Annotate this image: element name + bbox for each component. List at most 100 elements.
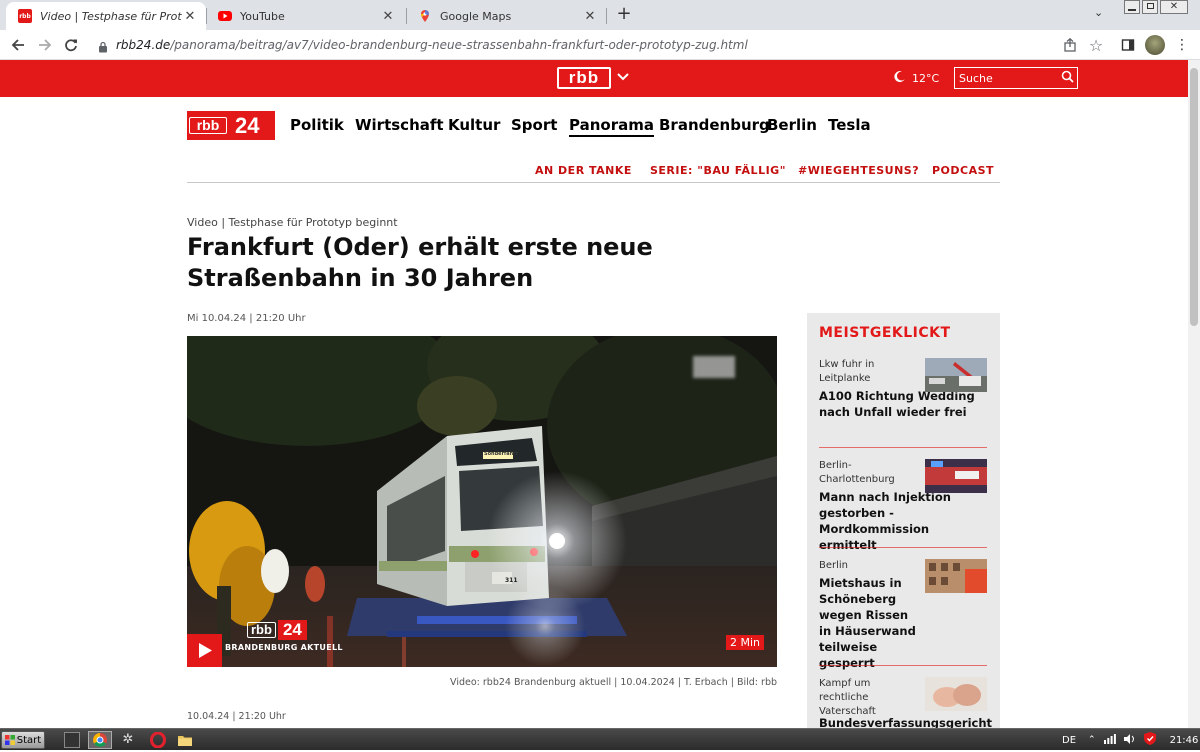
new-tab-button[interactable]: +: [614, 4, 634, 24]
most-clicked-item[interactable]: Lkw fuhr in Leitplanke A100 Richtung Wed…: [819, 358, 987, 438]
nav-item-panorama[interactable]: Panorama: [569, 116, 654, 137]
minimize-icon: [1128, 9, 1136, 11]
page-scrollbar[interactable]: [1188, 60, 1200, 728]
reload-icon[interactable]: [61, 35, 81, 55]
nav-divider: [187, 182, 1000, 183]
google-maps-favicon-icon: [418, 9, 432, 23]
sidebar-divider: [819, 547, 987, 548]
lock-icon[interactable]: [98, 38, 108, 57]
side-panel-icon[interactable]: [1118, 35, 1138, 55]
rbb24-logo[interactable]: rbb 24: [187, 111, 275, 140]
scrollbar-thumb[interactable]: [1190, 68, 1198, 326]
video-duration-badge: 2 Min: [726, 635, 765, 650]
most-clicked-headline[interactable]: A100 Richtung Wedding nach Unfall wieder…: [819, 388, 989, 420]
windows-logo-icon: [4, 735, 15, 745]
tab-search-chevron-down-icon[interactable]: ⌄: [1094, 6, 1103, 19]
tram-destination-sign: Sonderfahrt: [484, 451, 518, 457]
opera-icon[interactable]: [150, 731, 166, 749]
nav-item-sport[interactable]: Sport: [511, 116, 557, 134]
tab-rbb-article[interactable]: rbb Video | Testphase für Prototyp begin…: [6, 2, 206, 30]
video-show-label: BRANDENBURG AKTUELL: [225, 643, 343, 652]
most-clicked-item[interactable]: Berlin Mietshaus in Schöneberg wegen Ris…: [819, 559, 987, 670]
back-arrow-icon[interactable]: [8, 35, 28, 55]
nav-item-wirtschaft[interactable]: Wirtschaft: [355, 116, 444, 134]
moon-icon: [893, 70, 906, 86]
subnav-serie-bau-faellig[interactable]: SERIE: "BAU FÄLLIG": [650, 164, 786, 177]
video-player[interactable]: rbb 24 BRANDENBURG AKTUELL Sonderfahrt 3…: [187, 336, 777, 667]
show-desktop-icon[interactable]: [64, 732, 80, 748]
chrome-taskbar-button[interactable]: [88, 731, 112, 749]
close-window-button[interactable]: ✕: [1160, 0, 1188, 14]
most-clicked-kicker: Berlin: [819, 560, 849, 571]
search-icon[interactable]: [1061, 70, 1074, 87]
tab-title: YouTube: [240, 9, 285, 23]
tab-title: Video | Testphase für Prototyp beginnt: [40, 9, 182, 23]
most-clicked-kicker: Berlin-Charlottenburg: [819, 460, 895, 485]
start-button[interactable]: Start: [1, 731, 45, 749]
blurred-logo: [693, 356, 735, 378]
restore-icon: [1147, 3, 1154, 9]
most-clicked-headline[interactable]: Mietshaus in Schöneberg wegen Rissen in …: [819, 575, 924, 671]
chrome-icon: [93, 733, 107, 747]
nav-item-berlin[interactable]: Berlin: [767, 116, 817, 134]
video-logo-24: 24: [277, 620, 307, 640]
most-clicked-headline[interactable]: Mann nach Injektion gestorben - Mordkomm…: [819, 489, 989, 553]
tab-close-icon[interactable]: ✕: [380, 9, 396, 24]
folder-icon[interactable]: [177, 732, 193, 748]
os-taskbar: Start ✲ DE ⌃ 21:46: [0, 728, 1200, 750]
article-date: Mi 10.04.24 | 21:20 Uhr: [187, 313, 306, 324]
play-button[interactable]: [187, 634, 222, 667]
browser-toolbar: rbb24.de/panorama/beitrag/av7/video-bran…: [0, 30, 1200, 60]
network-icon[interactable]: [1103, 733, 1116, 747]
thumbnail-highway-crane[interactable]: [925, 358, 987, 392]
search-input[interactable]: [955, 68, 1055, 88]
language-indicator[interactable]: DE: [1062, 735, 1076, 746]
tab-close-icon[interactable]: ✕: [182, 9, 198, 24]
restore-button[interactable]: [1142, 0, 1158, 14]
tab-title: Google Maps: [440, 9, 512, 23]
video-logo-rbb: rbb: [247, 622, 276, 638]
menu-kebab-icon[interactable]: ⋮: [1172, 35, 1192, 55]
sidebar-divider: [819, 665, 987, 666]
start-label: Start: [16, 734, 42, 746]
rbb-top-bar: rbb 12°C: [0, 60, 1188, 97]
share-icon[interactable]: [1060, 35, 1080, 55]
forward-arrow-icon[interactable]: [35, 35, 55, 55]
profile-avatar[interactable]: [1145, 35, 1165, 55]
tab-youtube[interactable]: YouTube ✕: [206, 2, 404, 30]
rbb24-logo-rbb: rbb: [189, 117, 227, 134]
chevron-up-icon[interactable]: ⌃: [1088, 735, 1096, 745]
thumbnail-police-car[interactable]: [925, 459, 987, 493]
nav-item-kultur[interactable]: Kultur: [448, 116, 500, 134]
most-clicked-kicker: Kampf um rechtliche Vaterschaft: [819, 678, 876, 717]
address-bar[interactable]: rbb24.de/panorama/beitrag/av7/video-bran…: [90, 33, 1116, 57]
most-clicked-item[interactable]: Berlin-Charlottenburg Mann nach Injektio…: [819, 459, 987, 552]
minimize-button[interactable]: [1124, 0, 1140, 14]
nav-item-tesla[interactable]: Tesla: [828, 116, 871, 134]
system-tray: DE ⌃ 21:46: [1062, 729, 1198, 751]
article-date-bottom: 10.04.24 | 21:20 Uhr: [187, 711, 286, 722]
rbb-logo[interactable]: rbb: [557, 67, 611, 89]
subnav-podcast[interactable]: PODCAST: [932, 164, 994, 177]
nav-item-politik[interactable]: Politik: [290, 116, 344, 134]
clock-time[interactable]: 21:46: [1170, 735, 1199, 746]
tab-google-maps[interactable]: Google Maps ✕: [406, 2, 606, 30]
security-shield-icon[interactable]: [1143, 732, 1156, 748]
article-headline: Frankfurt (Oder) erhält erste neue Straß…: [187, 233, 653, 292]
browser-tab-strip: rbb Video | Testphase für Prototyp begin…: [0, 0, 1200, 30]
search-box[interactable]: [954, 67, 1078, 89]
volume-icon[interactable]: [1123, 733, 1136, 747]
chevron-down-icon[interactable]: [616, 70, 630, 86]
video-still-tram-night: [187, 336, 777, 667]
tab-close-icon[interactable]: ✕: [582, 9, 598, 24]
thumbnail-baby-feet[interactable]: [925, 677, 987, 711]
most-clicked-kicker: Lkw fuhr in Leitplanke: [819, 359, 875, 384]
thumbnail-building-facade[interactable]: [925, 559, 987, 593]
settings-gear-icon[interactable]: ✲: [120, 732, 136, 748]
weather-widget[interactable]: 12°C: [893, 70, 939, 86]
subnav-an-der-tanke[interactable]: AN DER TANKE: [535, 164, 632, 177]
nav-item-brandenburg[interactable]: Brandenburg: [659, 116, 770, 134]
rbb-favicon-icon: rbb: [18, 9, 32, 23]
subnav-wiegehtesuns[interactable]: #WIEGEHTESUNS?: [798, 164, 919, 177]
bookmark-star-icon[interactable]: ☆: [1086, 35, 1106, 55]
